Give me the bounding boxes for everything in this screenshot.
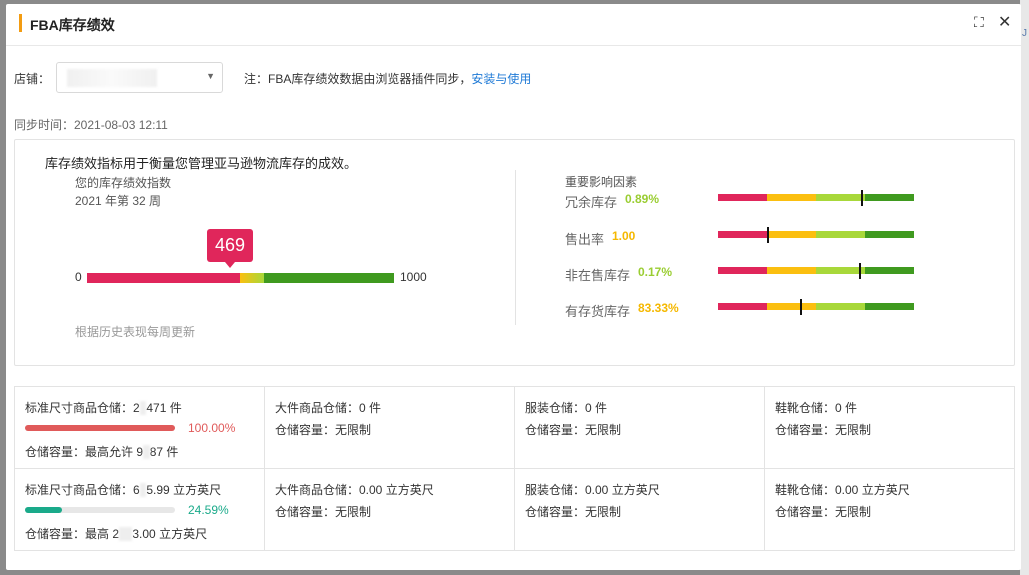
capacity-limit-suffix: 87 件: [149, 445, 179, 459]
sync-note: 注：FBA库存绩效数据由浏览器插件同步，安装与使用: [244, 70, 531, 87]
score-bar: [87, 273, 394, 283]
capacity-limit-suffix: 3.00 立方英尺: [132, 527, 208, 541]
factor-name: 冗余库存: [565, 195, 618, 210]
capacity-limit: 仓储容量：无限制: [275, 423, 372, 437]
modal-header: FBA库存绩效 ⛶ ✕: [6, 4, 1021, 46]
capacity-percent: 100.00%: [188, 421, 236, 435]
capacity-limit-text: 仓储容量：最高 2: [25, 527, 120, 541]
capacity-title: 鞋靴仓储：0 件: [775, 401, 858, 415]
update-note: 根据历史表现每周更新: [75, 325, 196, 339]
factor-bar: [718, 263, 914, 279]
factor-value: 0.17%: [638, 265, 673, 279]
sync-time: 同步时间：2021-08-03 12:11: [14, 118, 168, 132]
scale-max: 1000: [400, 270, 427, 284]
factor-marker: [800, 299, 803, 315]
capacity-title: 服装仓储：0.00 立方英尺: [525, 483, 660, 497]
capacity-limit: 仓储容量：最高允许 9887 件: [25, 443, 178, 460]
capacity-footwear: 鞋靴仓储：0 件 仓储容量：无限制: [765, 387, 1014, 468]
capacity-title-suffix: 471 件: [146, 401, 182, 415]
performance-card: 库存绩效指标用于衡量您管理亚马逊物流库存的成效。 您的库存绩效指数 2021 年…: [14, 139, 1015, 366]
capacity-standard: 标准尺寸商品仓储：27471 件 100.00% 仓储容量：最高允许 9887 …: [15, 387, 265, 468]
score-bar-red: [87, 273, 240, 283]
factor-value: 1.00: [612, 229, 636, 243]
capacity-bar: [25, 425, 175, 431]
factor-marker: [861, 190, 864, 206]
factor-row: 售出率 1.00: [565, 227, 965, 249]
capacity-title: 大件商品仓储：0 件: [275, 401, 382, 415]
factor-marker: [859, 263, 862, 279]
factor-row: 非在售库存 0.17%: [565, 263, 965, 285]
factor-name: 有存货库存: [565, 304, 631, 319]
capacity-limit: 仓储容量：无限制: [775, 423, 872, 437]
masked-digit: 8: [143, 445, 150, 459]
capacity-title-suffix: 5.99 立方英尺: [146, 483, 222, 497]
capacity-bar-fill: [25, 507, 62, 513]
factor-name: 非在售库存: [565, 268, 631, 283]
capacity-percent: 24.59%: [188, 503, 229, 517]
factor-row: 冗余库存 0.89%: [565, 190, 965, 212]
divider: [515, 170, 516, 325]
capacity-title-text: 标准尺寸商品仓储：6: [25, 483, 140, 497]
volume-apparel: 服装仓储：0.00 立方英尺 仓储容量：无限制: [515, 469, 765, 550]
capacity-apparel: 服装仓储：0 件 仓储容量：无限制: [515, 387, 765, 468]
capacity-title: 服装仓储：0 件: [525, 401, 608, 415]
factor-value: 0.89%: [625, 192, 660, 206]
capacity-bar-fill: [25, 425, 175, 431]
expand-icon[interactable]: ⛶: [974, 14, 984, 31]
capacity-title: 大件商品仓储：0.00 立方英尺: [275, 483, 434, 497]
store-label: 店铺：: [14, 72, 51, 86]
score-bubble: 469: [207, 229, 253, 268]
factor-row: 有存货库存 83.33%: [565, 299, 965, 321]
modal-title: FBA库存绩效: [30, 17, 115, 33]
masked-digit: 56: [119, 527, 133, 541]
factor-marker: [767, 227, 769, 243]
masked-digit: 2: [139, 483, 147, 497]
score-week: 2021 年第 32 周: [75, 194, 162, 208]
capacity-limit: 仓储容量：最高 2563.00 立方英尺: [25, 525, 207, 542]
capacity-volume-card: 标准尺寸商品仓储：625.99 立方英尺 24.59% 仓储容量：最高 2563…: [14, 468, 1015, 551]
store-select[interactable]: ▼: [56, 62, 223, 93]
close-icon[interactable]: ✕: [998, 12, 1011, 32]
capacity-units-card: 标准尺寸商品仓储：27471 件 100.00% 仓储容量：最高允许 9887 …: [14, 386, 1015, 469]
factor-bar: [718, 299, 914, 315]
store-value-masked: [67, 69, 157, 87]
performance-intro: 库存绩效指标用于衡量您管理亚马逊物流库存的成效。: [45, 156, 358, 171]
factor-value: 83.33%: [638, 301, 679, 315]
factors-title: 重要影响因素: [565, 175, 638, 189]
score-bar-yellow: [240, 273, 264, 283]
masked-digit: 7: [139, 401, 147, 415]
capacity-title: 鞋靴仓储：0.00 立方英尺: [775, 483, 910, 497]
score-bar-green: [264, 273, 394, 283]
capacity-title: 标准尺寸商品仓储：27471 件: [25, 399, 182, 416]
score-label: 您的库存绩效指数: [75, 176, 172, 190]
scale-min: 0: [75, 270, 82, 284]
capacity-limit: 仓储容量：无限制: [775, 505, 872, 519]
capacity-title: 标准尺寸商品仓储：625.99 立方英尺: [25, 481, 221, 498]
factor-bar: [718, 227, 914, 243]
install-guide-link[interactable]: 安装与使用: [471, 72, 531, 86]
capacity-limit-text: 仓储容量：最高允许 9: [25, 445, 144, 459]
capacity-oversize: 大件商品仓储：0 件 仓储容量：无限制: [265, 387, 515, 468]
capacity-bar: [25, 507, 175, 513]
capacity-limit: 仓储容量：无限制: [275, 505, 372, 519]
capacity-title-text: 标准尺寸商品仓储：2: [25, 401, 140, 415]
volume-standard: 标准尺寸商品仓储：625.99 立方英尺 24.59% 仓储容量：最高 2563…: [15, 469, 265, 550]
fba-inventory-modal: FBA库存绩效 ⛶ ✕ 店铺： ▼ 注：FBA库存绩效数据由浏览器插件同步，安装…: [6, 4, 1021, 570]
sync-note-text: 注：FBA库存绩效数据由浏览器插件同步，: [244, 72, 472, 86]
backdrop-strip: J: [1020, 0, 1029, 575]
chevron-down-icon: ▼: [206, 71, 215, 81]
capacity-limit: 仓储容量：无限制: [525, 505, 622, 519]
volume-footwear: 鞋靴仓储：0.00 立方英尺 仓储容量：无限制: [765, 469, 1014, 550]
title-accent: [19, 14, 22, 32]
factor-bar: [718, 190, 914, 206]
capacity-limit: 仓储容量：无限制: [525, 423, 622, 437]
volume-oversize: 大件商品仓储：0.00 立方英尺 仓储容量：无限制: [265, 469, 515, 550]
factor-name: 售出率: [565, 232, 605, 247]
